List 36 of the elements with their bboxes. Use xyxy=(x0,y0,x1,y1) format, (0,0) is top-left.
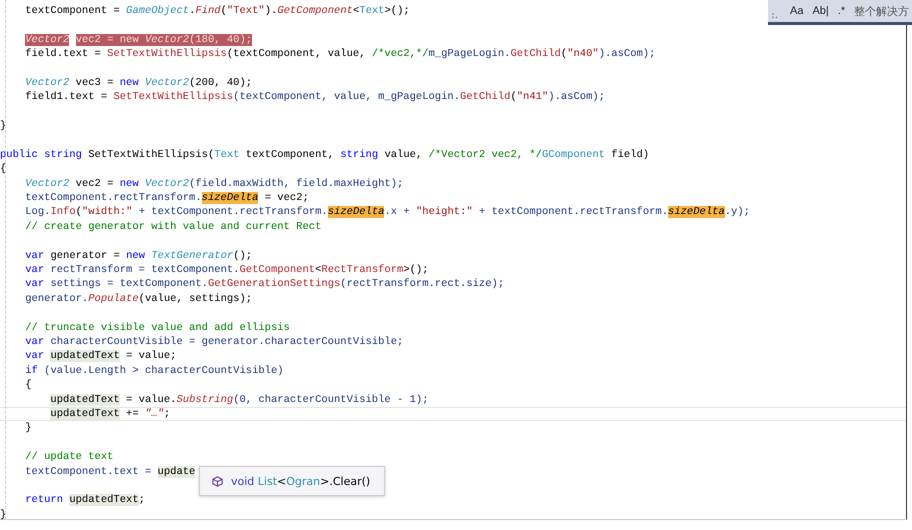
code-line: var updatedText = value; xyxy=(24,349,176,364)
code-line: Vector2 vec3 = new Vector2(200, 40); xyxy=(24,76,252,90)
code-line: if (value.Length > characterCountVisible) xyxy=(24,364,284,378)
code-line: return updatedText; xyxy=(24,493,145,508)
code-line: var settings = textComponent.GetGenerationSettings(rectTransform.rect.size); xyxy=(24,277,504,292)
find-option-toggle[interactable]: Aa xyxy=(790,5,804,17)
code-line: { xyxy=(24,378,32,393)
highlighted-code-line: Vector2 vec2 = new Vector2(180, 40); xyxy=(24,32,252,48)
code-line: } xyxy=(0,508,6,522)
code-line: // update text xyxy=(24,450,114,465)
code-line: var rectTransform = textComponent.GetComponent<RectTransform>(); xyxy=(24,263,429,278)
code-line: { xyxy=(0,162,6,177)
code-line: var generator = new TextGenerator(); xyxy=(24,248,252,264)
code-line: public string SetTextWithEllipsis(Text textComponent, string value, /*Vector2 vec2, */GComponent field) xyxy=(0,148,650,162)
code-line: textComponent.text = update xyxy=(24,464,196,479)
find-option-toggle[interactable]: .* xyxy=(838,5,846,17)
method-signature: void List<Ogran>.Clear() xyxy=(231,474,370,488)
code-line: textComponent = GameObject.Find("Text").GetComponent<Text>(); xyxy=(24,4,410,18)
code-line: generator.Populate(value, settings); xyxy=(24,292,252,306)
code-line: Vector2 vec2 = new Vector2(field.maxWidth, field.maxHeight); xyxy=(24,176,404,192)
code-editor[interactable] xyxy=(0,0,907,520)
code-line: updatedText += "…"; xyxy=(49,408,170,420)
search-scope-label[interactable]: 整个解决方 xyxy=(854,4,910,18)
grip-icon[interactable] xyxy=(772,13,778,19)
find-option-toggle[interactable]: Ab| xyxy=(812,5,829,17)
code-line: } xyxy=(24,421,32,436)
code-line: // create generator with value and current Rect xyxy=(24,220,322,234)
code-line: updatedText = value.Substring(0, characterCountVisible - 1); xyxy=(49,392,429,407)
code-line: } xyxy=(0,119,6,134)
cube-icon xyxy=(212,476,223,486)
code-line: var characterCountVisible = generator.characterCountVisible; xyxy=(24,334,404,350)
code-line: field1.text = SetTextWithEllipsis(textComponent, value, m_gPageLogin.GetChild("n41").asCom); xyxy=(24,90,605,105)
code-line: textComponent.rectTransform.sizeDelta = vec2; xyxy=(24,191,309,206)
code-line: // truncate visible value and add ellipsis xyxy=(24,320,290,335)
code-line: field.text = SetTextWithEllipsis(textComponent, value, /*vec2,*/m_gPageLogin.GetChild("n40").asCom); xyxy=(24,47,656,62)
code-line: Log.Info("width:" + textComponent.rectTransform.sizeDelta.x + "height:" + textComponent.rectTransform.sizeDelta.y); xyxy=(24,205,750,220)
